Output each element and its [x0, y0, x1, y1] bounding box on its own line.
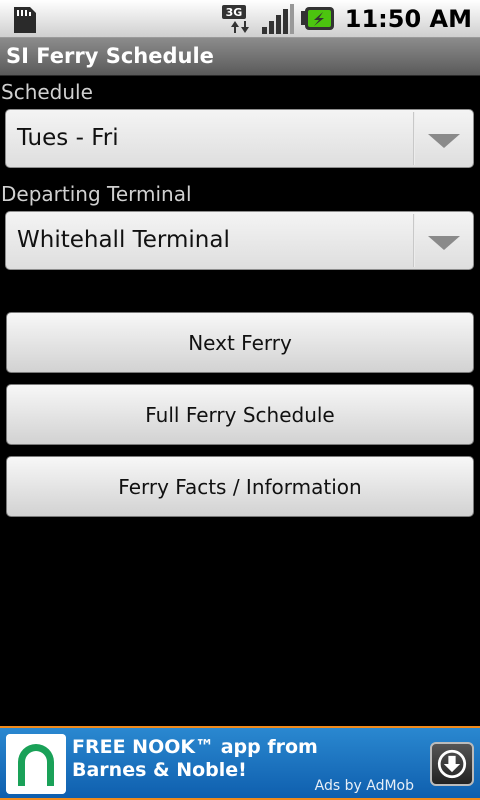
dropdown-divider [413, 214, 415, 267]
schedule-label: Schedule [1, 80, 93, 104]
terminal-selected-value: Whitehall Terminal [17, 227, 230, 253]
battery-charging-icon [300, 7, 334, 30]
download-icon[interactable] [430, 742, 474, 786]
schedule-selected-value: Tues - Fri [17, 125, 119, 151]
app-title-bar: SI Ferry Schedule [0, 38, 480, 76]
full-schedule-button[interactable]: Full Ferry Schedule [6, 384, 474, 445]
svg-text:3G: 3G [225, 6, 242, 19]
next-ferry-label: Next Ferry [188, 330, 292, 355]
terminal-label: Departing Terminal [1, 182, 192, 206]
sd-card-icon [14, 7, 36, 33]
full-schedule-label: Full Ferry Schedule [145, 402, 335, 427]
status-bar: 3G 11:50 AM [0, 0, 480, 38]
clock: 11:50 AM [344, 5, 472, 33]
terminal-dropdown[interactable]: Whitehall Terminal [5, 211, 474, 270]
ad-headline: FREE NOOK™ app from Barnes & Noble! [72, 736, 372, 782]
nook-logo-icon [6, 734, 66, 794]
chevron-down-icon [428, 236, 460, 250]
schedule-dropdown[interactable]: Tues - Fri [5, 109, 474, 168]
network-3g-icon: 3G [221, 5, 249, 33]
signal-strength-icon [261, 4, 294, 34]
next-ferry-button[interactable]: Next Ferry [6, 312, 474, 373]
page-title: SI Ferry Schedule [6, 44, 214, 68]
ferry-facts-label: Ferry Facts / Information [118, 474, 362, 499]
ad-banner[interactable]: FREE NOOK™ app from Barnes & Noble! Ads … [0, 726, 480, 800]
ferry-facts-button[interactable]: Ferry Facts / Information [6, 456, 474, 517]
dropdown-divider [413, 112, 415, 165]
ad-headline-line1: FREE NOOK™ app from [72, 736, 318, 758]
chevron-down-icon [428, 134, 460, 148]
ad-attribution: Ads by AdMob [314, 778, 414, 794]
